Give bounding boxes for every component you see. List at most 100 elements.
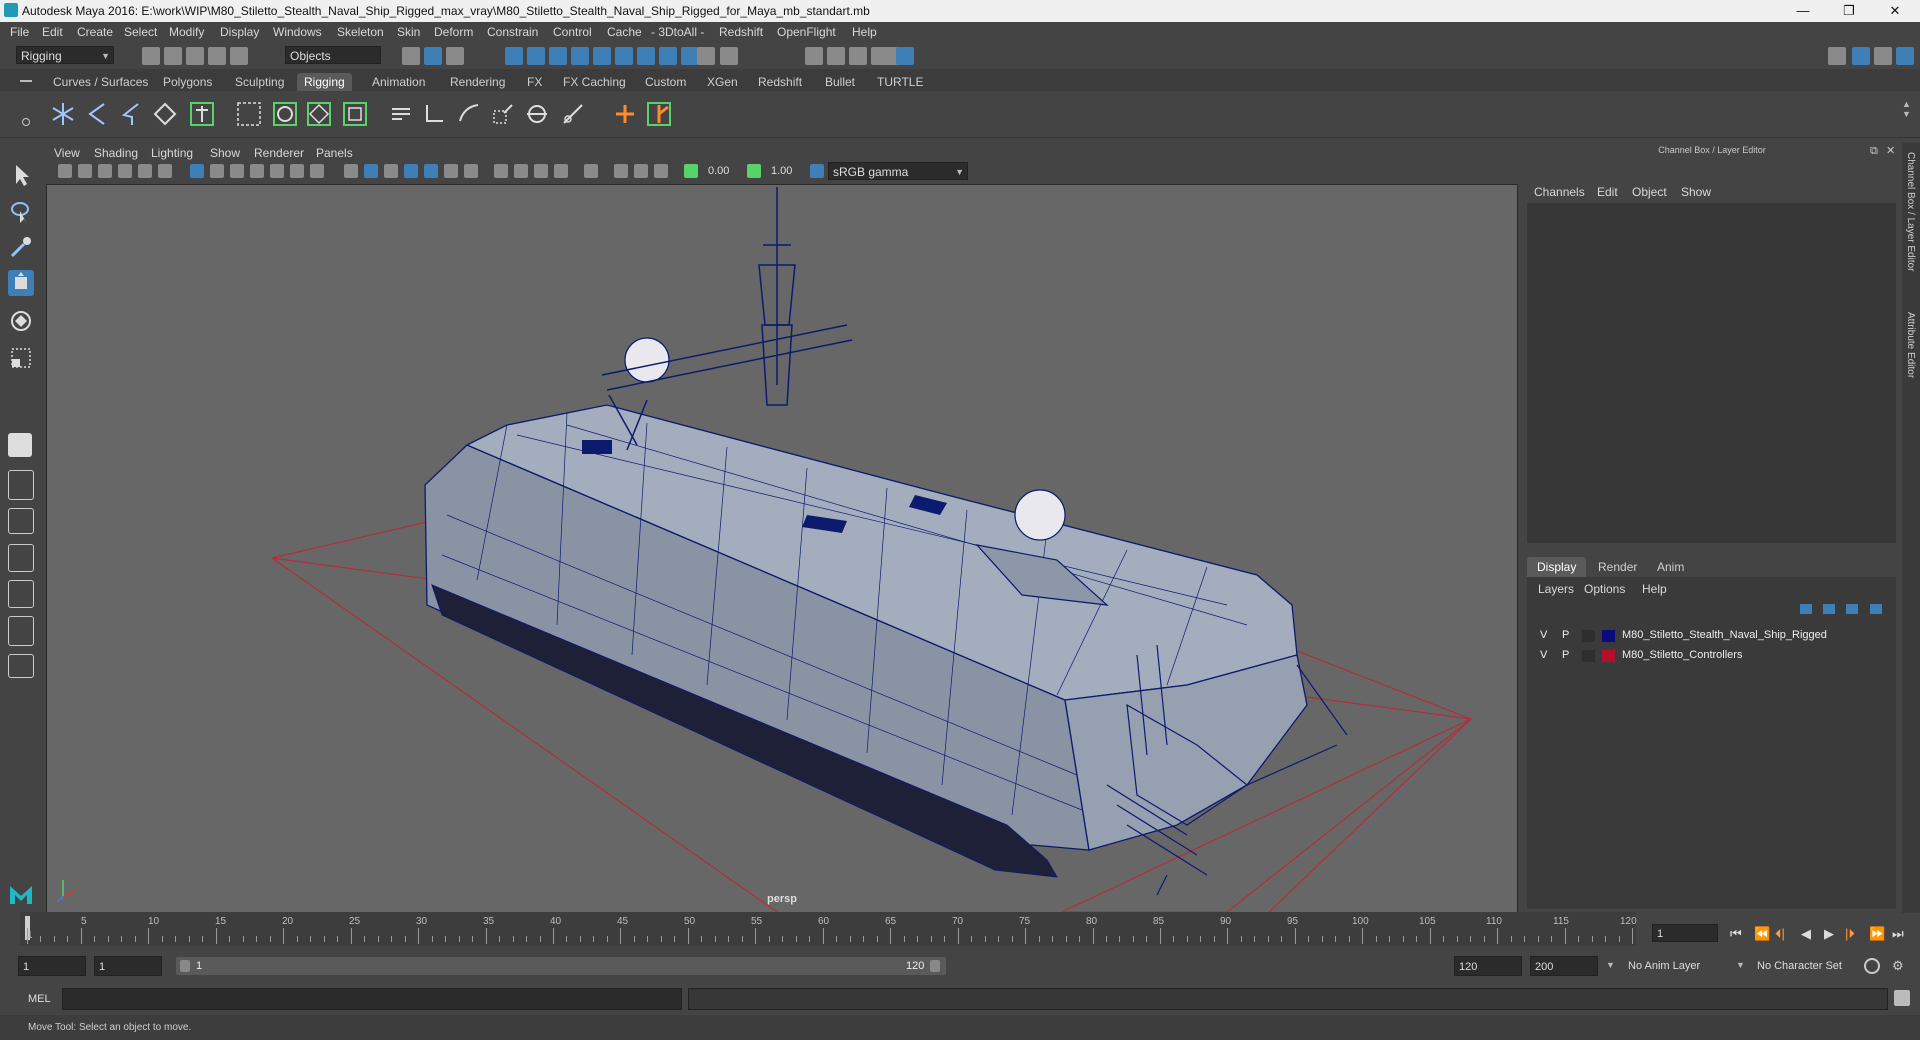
snap-view-icon[interactable] (571, 47, 589, 65)
tab-sculpting[interactable]: Sculpting (228, 73, 291, 91)
persp-graph-layout-icon[interactable] (8, 544, 34, 572)
layer-playback-toggle[interactable]: P (1562, 629, 1569, 641)
viewport-menu-panels[interactable]: Panels (316, 146, 353, 160)
anti-aliasing-icon[interactable] (534, 164, 548, 178)
animation-preferences-icon[interactable]: ⚙ (1892, 958, 1908, 974)
history-icon[interactable] (720, 47, 738, 65)
safe-title-icon[interactable] (310, 164, 324, 178)
menu-help[interactable]: Help (852, 25, 877, 39)
menu-create[interactable]: Create (77, 25, 113, 39)
layer-menu-help[interactable]: Help (1642, 582, 1667, 596)
layer-visibility-toggle[interactable]: V (1540, 649, 1547, 661)
close-panel-icon[interactable]: ✕ (1886, 144, 1895, 157)
new-scene-icon[interactable] (142, 47, 160, 65)
paint-weights-icon[interactable] (456, 101, 482, 127)
2d-pan-zoom-icon[interactable] (138, 164, 152, 178)
shelf-scroll-arrows-icon[interactable]: ▲ ▼ (1902, 99, 1911, 129)
gamma-icon[interactable] (747, 164, 761, 178)
snap-curve-icon[interactable] (527, 47, 545, 65)
lattice-icon[interactable] (306, 101, 332, 127)
ship-model-render[interactable] (47, 185, 1517, 912)
resolution-gate-icon[interactable] (230, 164, 244, 178)
menu-select[interactable]: Select (124, 25, 157, 39)
ik-handle-icon[interactable] (84, 101, 110, 127)
channel-menu-edit[interactable]: Edit (1597, 185, 1618, 199)
command-input[interactable] (62, 988, 682, 1010)
render-view-icon[interactable] (805, 47, 823, 65)
playback-start-field[interactable]: 1 (94, 956, 162, 976)
use-all-lights-icon[interactable] (444, 164, 458, 178)
playback-end-field[interactable]: 120 (1454, 956, 1522, 976)
undo-icon[interactable] (208, 47, 226, 65)
channel-list-area[interactable] (1527, 203, 1896, 543)
select-hierarchy-icon[interactable] (402, 47, 420, 65)
locator-icon[interactable] (189, 101, 215, 127)
single-perspective-layout-icon[interactable] (8, 433, 32, 457)
insert-joint-icon[interactable] (152, 101, 178, 127)
channel-menu-channels[interactable]: Channels (1534, 185, 1585, 199)
snap-grid-icon[interactable] (505, 47, 523, 65)
gamma-field[interactable]: 1.00 (767, 162, 807, 180)
move-tool-icon[interactable] (8, 270, 34, 296)
smooth-shade-icon[interactable] (364, 164, 378, 178)
anim-layer-dropdown[interactable]: No Anim Layer (1628, 960, 1700, 972)
layer-tab-render[interactable]: Render (1588, 557, 1647, 577)
custom-layout-icon[interactable] (8, 654, 34, 678)
snap-uv-icon[interactable] (637, 47, 655, 65)
lock-icon[interactable] (697, 47, 715, 65)
menu-skin[interactable]: Skin (397, 25, 420, 39)
step-forward-frame-button[interactable]: |⏵ (1845, 926, 1855, 942)
parent-constraint-icon[interactable] (646, 101, 672, 127)
pole-vector-icon[interactable] (560, 101, 586, 127)
layer-menu-layers[interactable]: Layers (1538, 582, 1574, 596)
unbind-skin-icon[interactable] (422, 101, 448, 127)
layer-menu-options[interactable]: Options (1584, 582, 1625, 596)
layer-row[interactable]: V P M80_Stiletto_Controllers (1530, 647, 1892, 665)
animation-end-field[interactable]: 200 (1530, 956, 1598, 976)
layer-playback-toggle[interactable]: P (1562, 649, 1569, 661)
cluster-icon[interactable] (236, 101, 262, 127)
select-tool-icon[interactable] (8, 162, 34, 188)
animation-start-field[interactable]: 1 (18, 956, 86, 976)
layer-reference-toggle[interactable] (1582, 630, 1595, 642)
layer-reference-toggle[interactable] (1582, 650, 1595, 662)
grid-toggle-icon[interactable] (190, 164, 204, 178)
ipr-render-icon[interactable] (849, 47, 867, 65)
screen-space-ao-icon[interactable] (494, 164, 508, 178)
cluster-deformer-icon[interactable] (524, 101, 550, 127)
open-scene-icon[interactable] (164, 47, 182, 65)
lasso-tool-icon[interactable] (8, 199, 34, 225)
tab-fx-caching[interactable]: FX Caching (556, 73, 633, 91)
shelf-menu-icon[interactable] (20, 80, 32, 82)
menu-display[interactable]: Display (220, 25, 259, 39)
character-set-dropdown[interactable]: No Character Set (1757, 960, 1842, 972)
play-backwards-button[interactable]: ◀ (1801, 926, 1811, 942)
ik-spline-icon[interactable] (118, 101, 144, 127)
menu-file[interactable]: File (10, 25, 29, 39)
joint-tool-icon[interactable] (50, 101, 76, 127)
minimize-button[interactable]: — (1780, 0, 1826, 22)
menu-openflight[interactable]: OpenFlight (777, 25, 836, 39)
color-management-icon[interactable] (810, 164, 824, 178)
range-end-handle[interactable] (930, 960, 940, 972)
bookmark-icon[interactable] (98, 164, 112, 178)
menu-3dtoall[interactable]: - 3DtoAll - (651, 25, 704, 39)
save-scene-icon[interactable] (186, 47, 204, 65)
camera-select-icon[interactable] (58, 164, 72, 178)
new-layer-icon[interactable] (1846, 604, 1858, 614)
chevron-down-icon[interactable]: ▼ (1606, 960, 1615, 970)
menu-constrain[interactable]: Constrain (487, 25, 538, 39)
layer-visibility-toggle[interactable]: V (1540, 629, 1547, 641)
tab-fx[interactable]: FX (520, 73, 549, 91)
point-constraint-icon[interactable] (612, 101, 638, 127)
step-back-key-button[interactable]: ⏪ (1754, 926, 1770, 942)
wireframe-on-shaded-icon[interactable] (384, 164, 398, 178)
layer-name[interactable]: M80_Stiletto_Stealth_Naval_Ship_Rigged (1622, 629, 1827, 641)
step-forward-key-button[interactable]: ⏩ (1869, 926, 1885, 942)
layer-tab-display[interactable]: Display (1527, 557, 1587, 577)
tab-custom[interactable]: Custom (638, 73, 693, 91)
safe-action-icon[interactable] (290, 164, 304, 178)
restore-button[interactable]: ❐ (1826, 0, 1872, 22)
textured-icon[interactable] (424, 164, 438, 178)
image-plane-icon[interactable] (118, 164, 132, 178)
